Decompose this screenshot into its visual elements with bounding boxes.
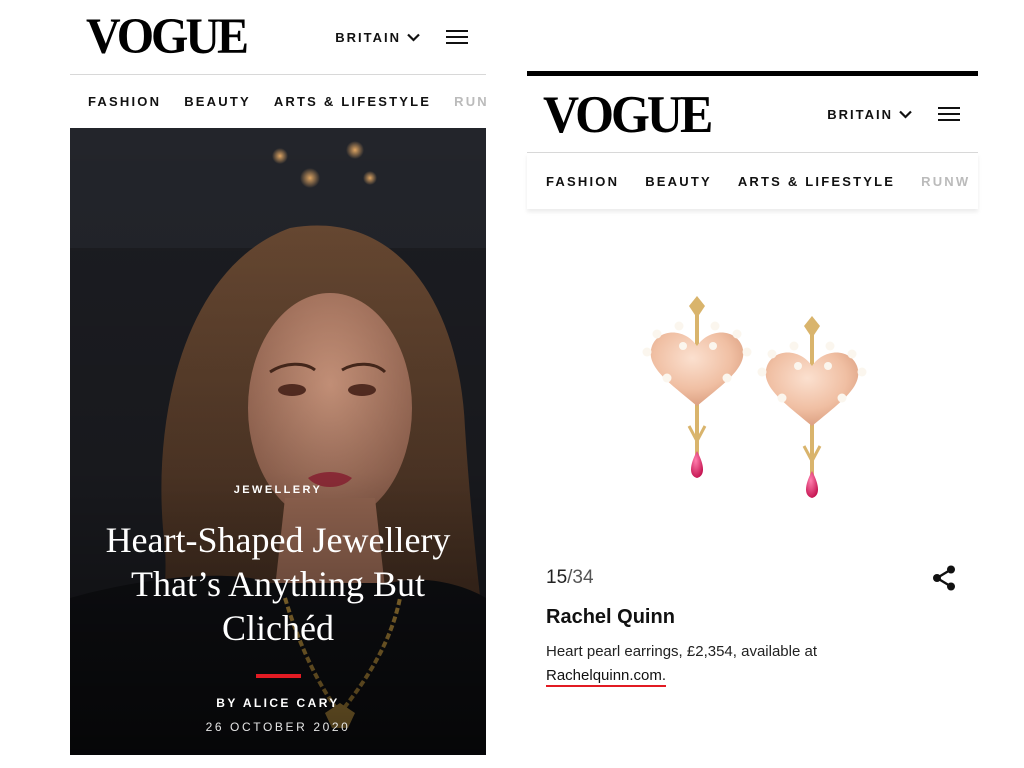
article-headline[interactable]: Heart-Shaped Jewellery That’s Anything B… xyxy=(70,518,486,650)
hamburger-menu-icon[interactable] xyxy=(938,107,960,121)
edition-label: BRITAIN xyxy=(827,106,893,122)
headline-divider xyxy=(256,674,301,678)
vogue-logo[interactable]: VOGUE xyxy=(86,11,249,62)
section-nav: FASHION BEAUTY ARTS & LIFESTYLE RUNW xyxy=(70,75,486,128)
slide-total: 34 xyxy=(572,567,594,588)
nav-item-runway[interactable]: RUNW xyxy=(921,174,970,189)
product-description: Heart pearl earrings, £2,354, available … xyxy=(546,640,876,688)
product-brand: Rachel Quinn xyxy=(546,606,675,628)
share-icon[interactable] xyxy=(932,565,956,591)
edition-selector[interactable]: BRITAIN xyxy=(335,30,420,45)
edition-selector[interactable]: BRITAIN xyxy=(827,107,912,122)
gallery-screen: VOGUE BRITAIN FASHION BEAUTY ARTS & LIFE… xyxy=(527,71,978,768)
nav-item-beauty[interactable]: BEAUTY xyxy=(645,174,712,189)
slide-current: 15 xyxy=(546,567,568,588)
nav-item-fashion[interactable]: FASHION xyxy=(546,174,619,189)
product-link[interactable]: Rachelquinn.com. xyxy=(546,667,667,687)
article-date: 26 OCTOBER 2020 xyxy=(205,720,351,734)
vogue-logo[interactable]: VOGUE xyxy=(543,88,713,141)
article-category[interactable]: JEWELLERY xyxy=(70,484,486,496)
product-image-earrings[interactable] xyxy=(627,296,887,516)
nav-item-fashion[interactable]: FASHION xyxy=(88,94,161,109)
chevron-down-icon xyxy=(899,110,912,119)
hamburger-menu-icon[interactable] xyxy=(446,30,468,44)
article-screen: VOGUE BRITAIN FASHION BEAUTY ARTS & LIFE… xyxy=(70,0,486,768)
slide-counter: 15/34 xyxy=(546,567,594,589)
edition-label: BRITAIN xyxy=(335,29,401,45)
chevron-down-icon xyxy=(407,33,420,42)
article-byline[interactable]: BY ALICE CARY xyxy=(70,696,486,710)
nav-item-arts-lifestyle[interactable]: ARTS & LIFESTYLE xyxy=(274,94,431,109)
nav-item-runway[interactable]: RUNW xyxy=(454,94,486,109)
site-header: VOGUE BRITAIN xyxy=(70,0,486,75)
hero-image[interactable]: JEWELLERY Heart-Shaped Jewellery That’s … xyxy=(70,128,486,755)
site-header: VOGUE BRITAIN xyxy=(527,71,978,153)
product-description-text: Heart pearl earrings, £2,354, available … xyxy=(546,643,817,660)
section-nav: FASHION BEAUTY ARTS & LIFESTYLE RUNW xyxy=(527,153,978,209)
hero-photo-portrait xyxy=(70,128,486,755)
nav-item-beauty[interactable]: BEAUTY xyxy=(184,94,251,109)
nav-item-arts-lifestyle[interactable]: ARTS & LIFESTYLE xyxy=(738,174,895,189)
